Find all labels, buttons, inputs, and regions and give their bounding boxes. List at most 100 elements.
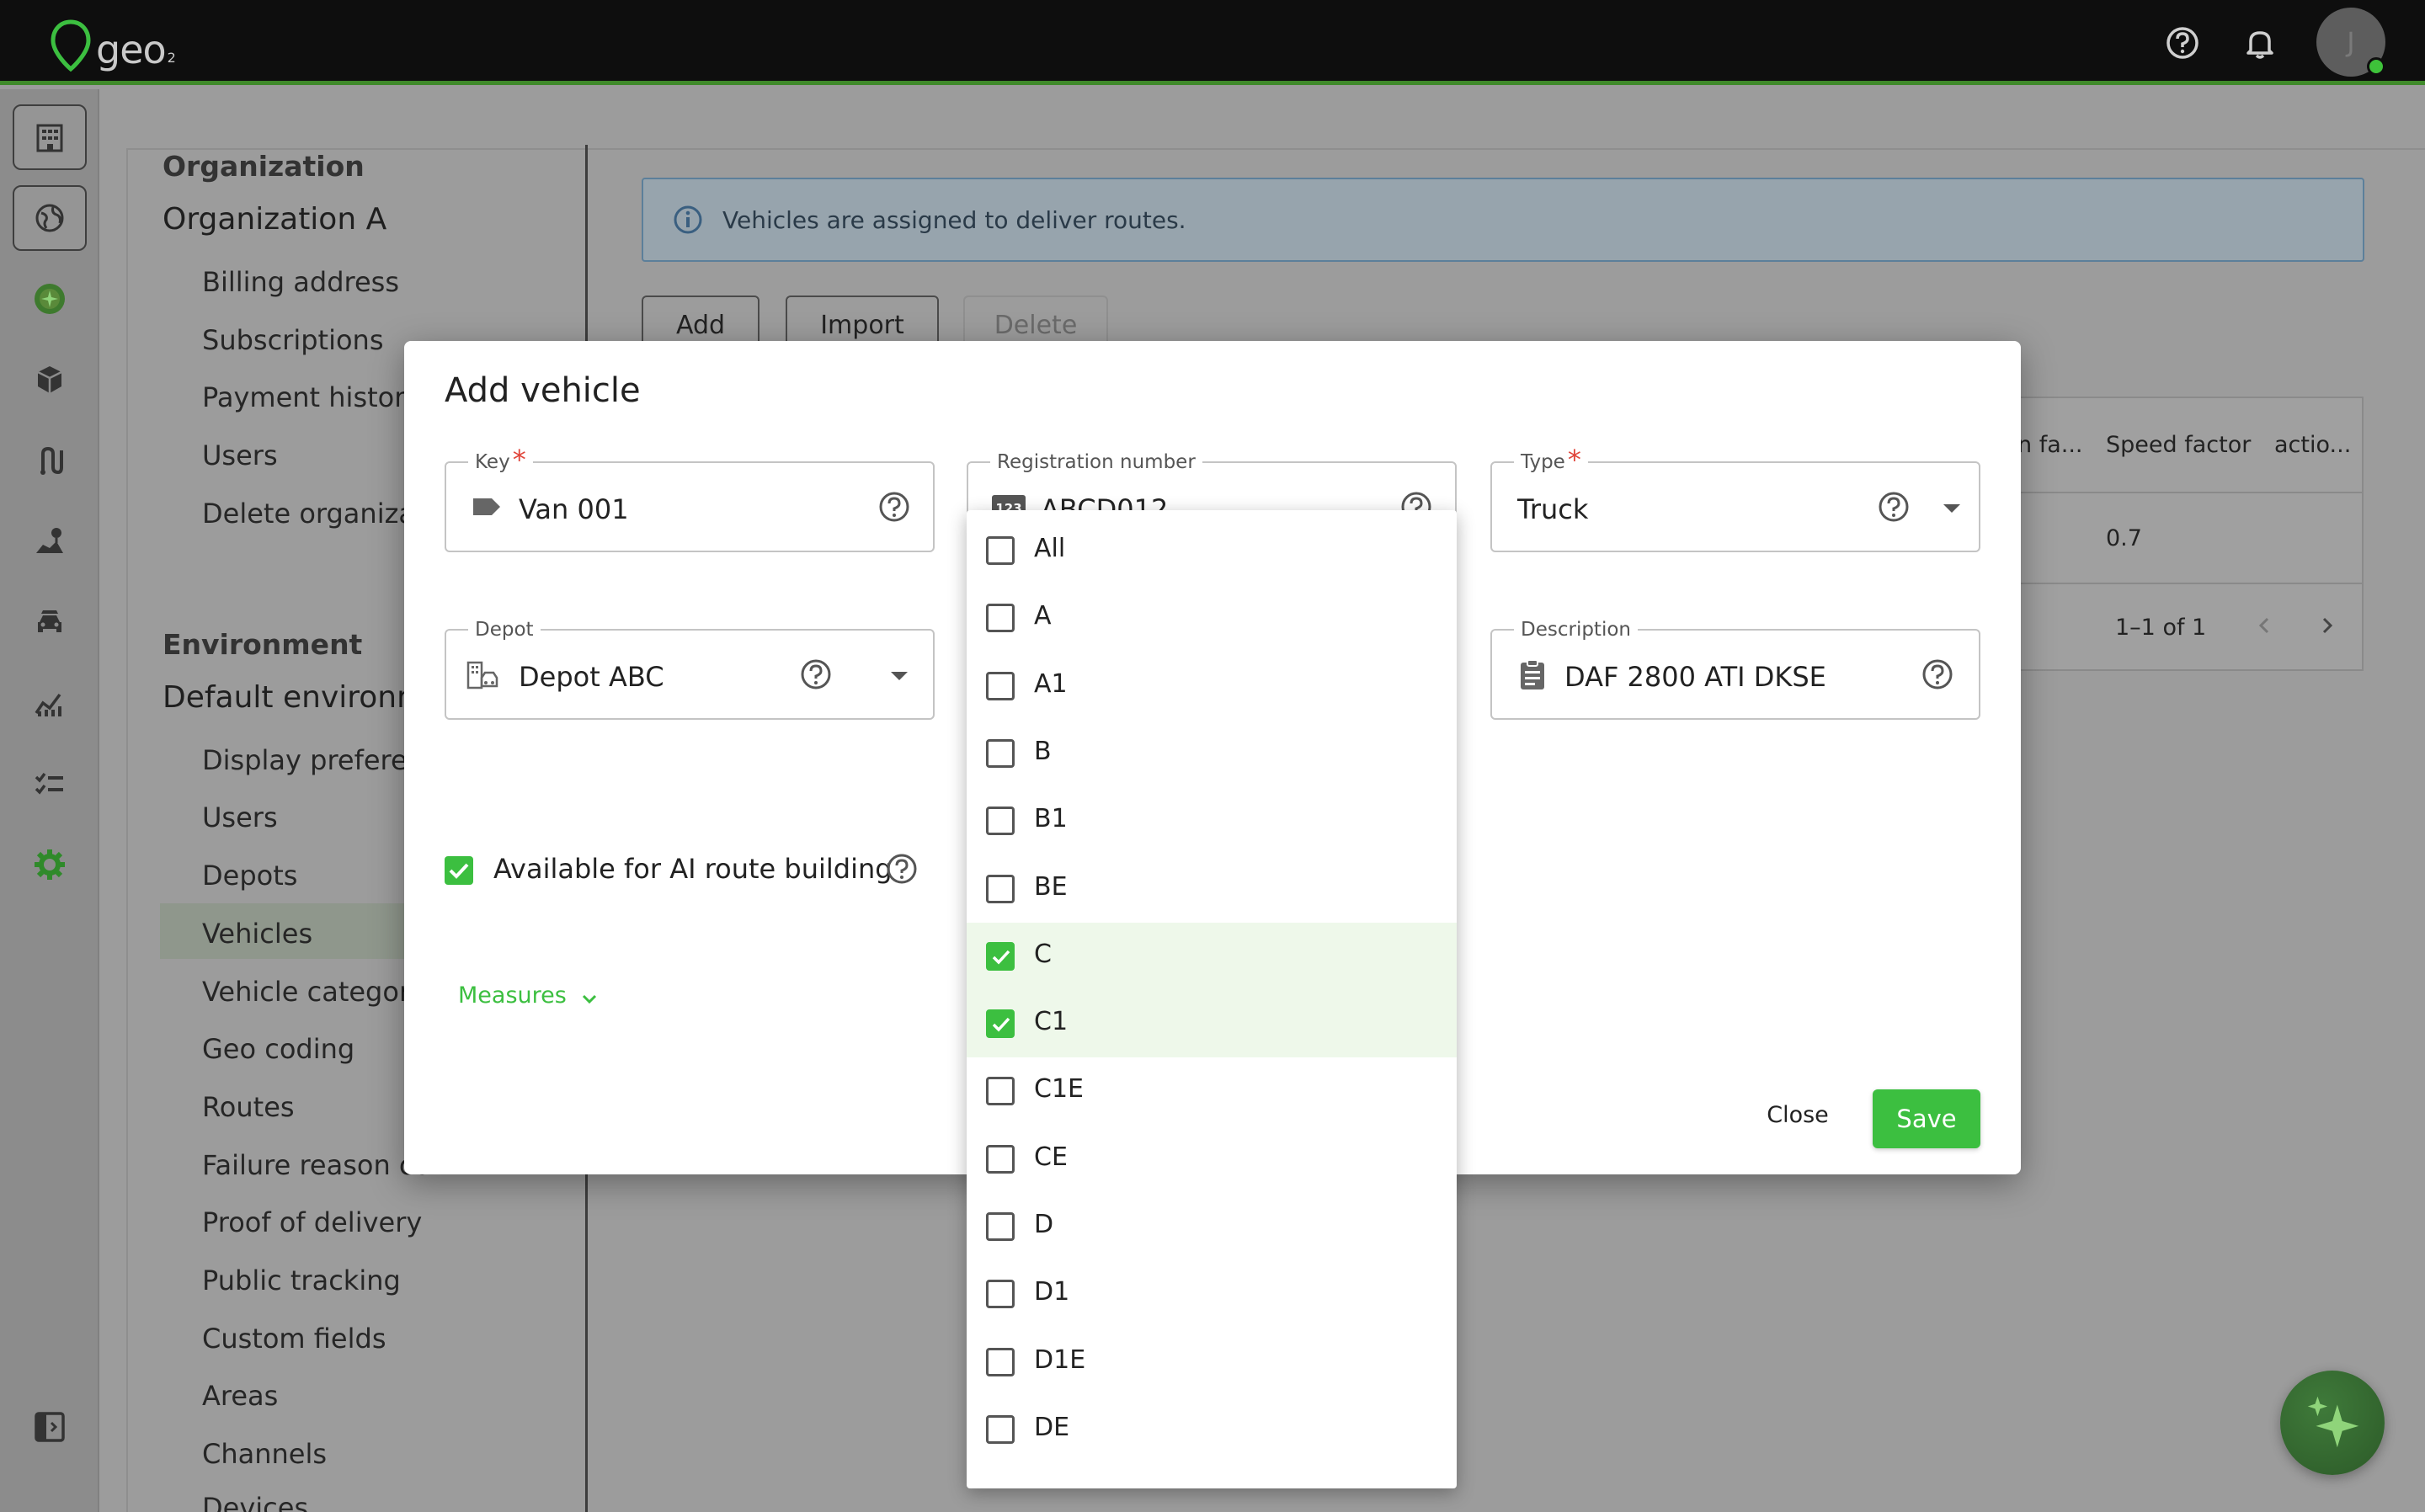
license-option-checkbox[interactable] bbox=[986, 1077, 1015, 1106]
depot-select[interactable]: Depot Depot ABC bbox=[445, 619, 935, 720]
save-button[interactable]: Save bbox=[1873, 1089, 1980, 1148]
sidebar-routes-button[interactable] bbox=[13, 428, 87, 493]
type-dropdown-icon[interactable] bbox=[1943, 504, 1960, 513]
license-option-d1e[interactable]: D1E bbox=[967, 1328, 1457, 1396]
description-label: Description bbox=[1514, 619, 1638, 641]
ai-help-icon[interactable] bbox=[884, 851, 919, 886]
map-pin-icon bbox=[36, 528, 63, 553]
nav-item-channels[interactable]: Channels bbox=[202, 1438, 327, 1470]
license-option-label: A bbox=[1034, 601, 1052, 631]
sidebar-checklist-button[interactable] bbox=[13, 751, 87, 817]
nav-organization-name[interactable]: Organization A bbox=[163, 202, 386, 237]
globe-icon bbox=[35, 204, 64, 232]
close-button[interactable]: Close bbox=[1760, 1094, 1836, 1136]
ai-assistant-button[interactable] bbox=[2280, 1371, 2385, 1475]
pagination-next-icon[interactable] bbox=[2315, 613, 2340, 638]
nav-item-devices[interactable]: Devices bbox=[202, 1492, 308, 1512]
license-option-checkbox[interactable] bbox=[986, 807, 1015, 836]
nav-item-custom-fields[interactable]: Custom fields bbox=[202, 1323, 386, 1355]
nav-item-delete-organization[interactable]: Delete organizati bbox=[202, 498, 433, 530]
info-icon bbox=[674, 205, 702, 234]
sidebar-packages-button[interactable] bbox=[13, 347, 87, 413]
nav-item-areas[interactable]: Areas bbox=[202, 1380, 278, 1412]
license-option-checkbox[interactable] bbox=[986, 1009, 1015, 1039]
nav-item-public-tracking[interactable]: Public tracking bbox=[202, 1264, 401, 1296]
sidebar-analytics-button[interactable] bbox=[13, 670, 87, 736]
nav-item-env-users[interactable]: Users bbox=[202, 801, 278, 833]
table-header-actions[interactable]: actio... bbox=[2274, 432, 2351, 458]
nav-item-proof-of-delivery[interactable]: Proof of delivery bbox=[202, 1206, 422, 1238]
license-option-label: B bbox=[1034, 736, 1052, 766]
notifications-bell-icon[interactable] bbox=[2241, 24, 2279, 62]
license-option-c1e[interactable]: C1E bbox=[967, 1057, 1457, 1125]
license-option-checkbox[interactable] bbox=[986, 536, 1015, 565]
license-option-b[interactable]: B bbox=[967, 720, 1457, 787]
license-option-label: B1 bbox=[1034, 804, 1068, 834]
license-option-checkbox[interactable] bbox=[986, 1347, 1015, 1376]
type-value: Truck bbox=[1517, 493, 1589, 525]
license-option-be[interactable]: BE bbox=[967, 855, 1457, 923]
nav-item-vehicle-categories[interactable]: Vehicle categorie bbox=[202, 976, 434, 1008]
chart-icon bbox=[35, 693, 61, 716]
description-help-icon[interactable] bbox=[1920, 657, 1955, 692]
sidebar-organization-button[interactable] bbox=[13, 104, 87, 170]
app-logo[interactable]: geo 2 bbox=[49, 12, 176, 72]
nav-item-billing-address[interactable]: Billing address bbox=[202, 266, 399, 298]
info-banner-text: Vehicles are assigned to deliver routes. bbox=[722, 205, 1186, 234]
nav-item-org-users[interactable]: Users bbox=[202, 439, 278, 471]
nav-item-payment-history[interactable]: Payment history bbox=[202, 381, 421, 413]
nav-item-failure-reason-codes[interactable]: Failure reason co bbox=[202, 1149, 430, 1181]
sidebar-vehicles-button[interactable] bbox=[13, 589, 87, 655]
license-option-ce[interactable]: CE bbox=[967, 1126, 1457, 1193]
license-option-checkbox[interactable] bbox=[986, 738, 1015, 768]
ai-route-building-checkbox[interactable] bbox=[445, 856, 473, 885]
sidebar-settings-button[interactable] bbox=[13, 832, 87, 897]
nav-organization-heading: Organization bbox=[163, 150, 365, 183]
sidebar-collapse-button[interactable] bbox=[13, 1394, 87, 1460]
ai-route-building-label[interactable]: Available for AI route building bbox=[493, 853, 893, 885]
license-option-checkbox[interactable] bbox=[986, 1212, 1015, 1241]
nav-item-depots[interactable]: Depots bbox=[202, 860, 297, 892]
table-header-speed-factor[interactable]: Speed factor bbox=[2106, 432, 2251, 458]
nav-item-routes[interactable]: Routes bbox=[202, 1091, 295, 1123]
key-help-icon[interactable] bbox=[877, 489, 912, 524]
label-tag-icon bbox=[473, 498, 500, 515]
license-option-d[interactable]: D bbox=[967, 1193, 1457, 1260]
license-option-all[interactable]: All bbox=[967, 517, 1457, 584]
measures-toggle[interactable]: Measures bbox=[458, 982, 567, 1009]
license-option-a[interactable]: A bbox=[967, 584, 1457, 652]
license-option-checkbox[interactable] bbox=[986, 941, 1015, 971]
license-option-checkbox[interactable] bbox=[986, 874, 1015, 903]
license-option-checkbox[interactable] bbox=[986, 604, 1015, 633]
nav-item-subscriptions[interactable]: Subscriptions bbox=[202, 324, 384, 356]
type-select[interactable]: Type* Truck bbox=[1490, 446, 1980, 552]
license-option-c[interactable]: C bbox=[967, 922, 1457, 990]
description-field[interactable]: Description DAF 2800 ATI DKSE bbox=[1490, 619, 1980, 720]
type-help-icon[interactable] bbox=[1876, 489, 1911, 524]
nav-item-geo-coding[interactable]: Geo coding bbox=[202, 1033, 354, 1065]
depot-help-icon[interactable] bbox=[798, 657, 834, 692]
info-banner: Vehicles are assigned to deliver routes. bbox=[642, 178, 2364, 262]
license-option-label: All bbox=[1034, 534, 1066, 563]
key-field[interactable]: Key* Van 001 bbox=[445, 446, 935, 552]
license-option-d1[interactable]: D1 bbox=[967, 1260, 1457, 1328]
license-option-c1[interactable]: C1 bbox=[967, 990, 1457, 1058]
license-option-checkbox[interactable] bbox=[986, 1414, 1015, 1444]
pagination-prev-icon[interactable] bbox=[2252, 613, 2277, 638]
license-option-checkbox[interactable] bbox=[986, 671, 1015, 700]
license-option-checkbox[interactable] bbox=[986, 1280, 1015, 1309]
depot-dropdown-icon[interactable] bbox=[891, 672, 908, 680]
table-header-factor[interactable]: n fa... bbox=[2017, 432, 2083, 458]
license-option-de[interactable]: DE bbox=[967, 1396, 1457, 1463]
license-option-a1[interactable]: A1 bbox=[967, 652, 1457, 720]
help-icon[interactable] bbox=[2163, 24, 2202, 62]
chevron-down-icon[interactable] bbox=[579, 989, 600, 1009]
nav-item-vehicles[interactable]: Vehicles bbox=[202, 918, 312, 950]
sidebar-map-button[interactable] bbox=[13, 508, 87, 574]
license-option-label: D1E bbox=[1034, 1344, 1086, 1375]
sidebar-environment-button[interactable] bbox=[13, 266, 87, 332]
license-option-checkbox[interactable] bbox=[986, 1144, 1015, 1174]
sidebar-globe-button[interactable] bbox=[13, 185, 87, 251]
license-option-b1[interactable]: B1 bbox=[967, 787, 1457, 854]
sidebar-toggle-icon bbox=[35, 1412, 65, 1442]
